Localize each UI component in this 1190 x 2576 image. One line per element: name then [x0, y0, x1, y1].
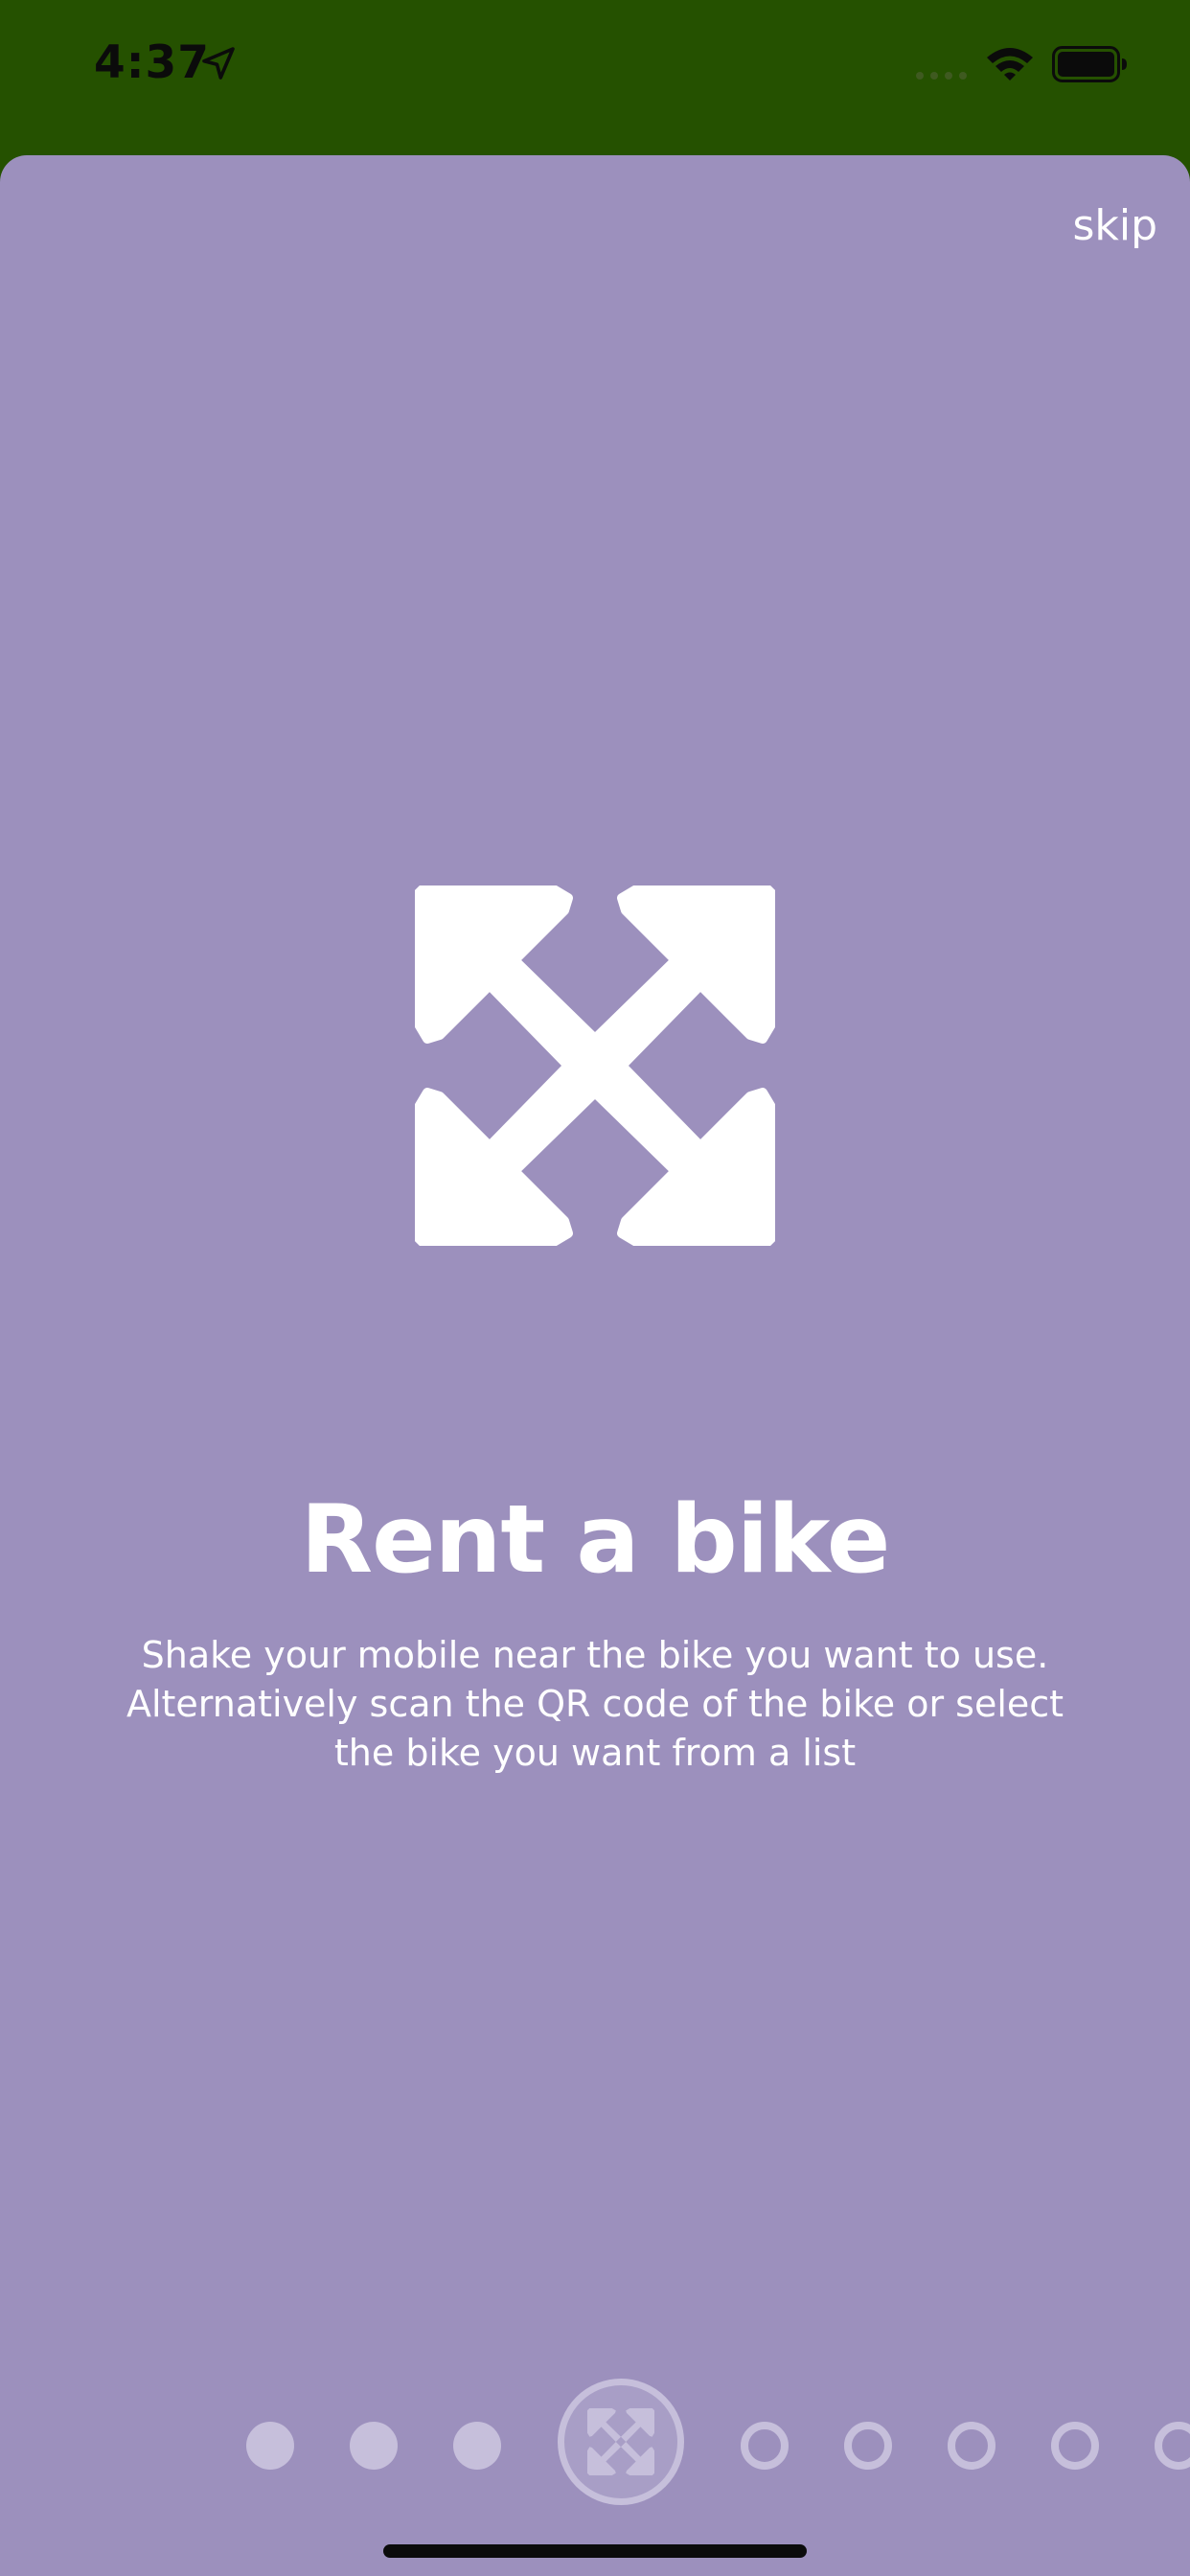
home-indicator[interactable] [383, 2544, 807, 2558]
page-dot-3[interactable] [453, 2422, 501, 2470]
expand-arrows-icon [587, 2408, 654, 2475]
battery-icon [1052, 46, 1127, 82]
page-dot-5[interactable] [741, 2422, 789, 2470]
page-indicator [0, 2379, 1190, 2513]
page-dot-current[interactable] [558, 2379, 684, 2505]
location-arrow-icon [202, 47, 235, 80]
page-dot-8[interactable] [1051, 2422, 1099, 2470]
status-time: 4:37 [94, 36, 210, 89]
wifi-icon [987, 48, 1033, 80]
cellular-signal-icon [916, 72, 967, 80]
page-title: Rent a bike [300, 1485, 891, 1595]
onboarding-sheet: skip Rent a bike Shake your mobile near … [0, 155, 1190, 2576]
status-bar: 4:37 [0, 0, 1190, 153]
page-dot-2[interactable] [350, 2422, 398, 2470]
skip-button[interactable]: skip [1072, 201, 1157, 250]
expand-arrows-icon [415, 886, 775, 1246]
page-dot-9[interactable] [1155, 2422, 1190, 2470]
page-description: Shake your mobile near the bike you want… [126, 1634, 1064, 1774]
page-dot-7[interactable] [948, 2422, 995, 2470]
page-dot-1[interactable] [246, 2422, 294, 2470]
page-dot-6[interactable] [844, 2422, 892, 2470]
